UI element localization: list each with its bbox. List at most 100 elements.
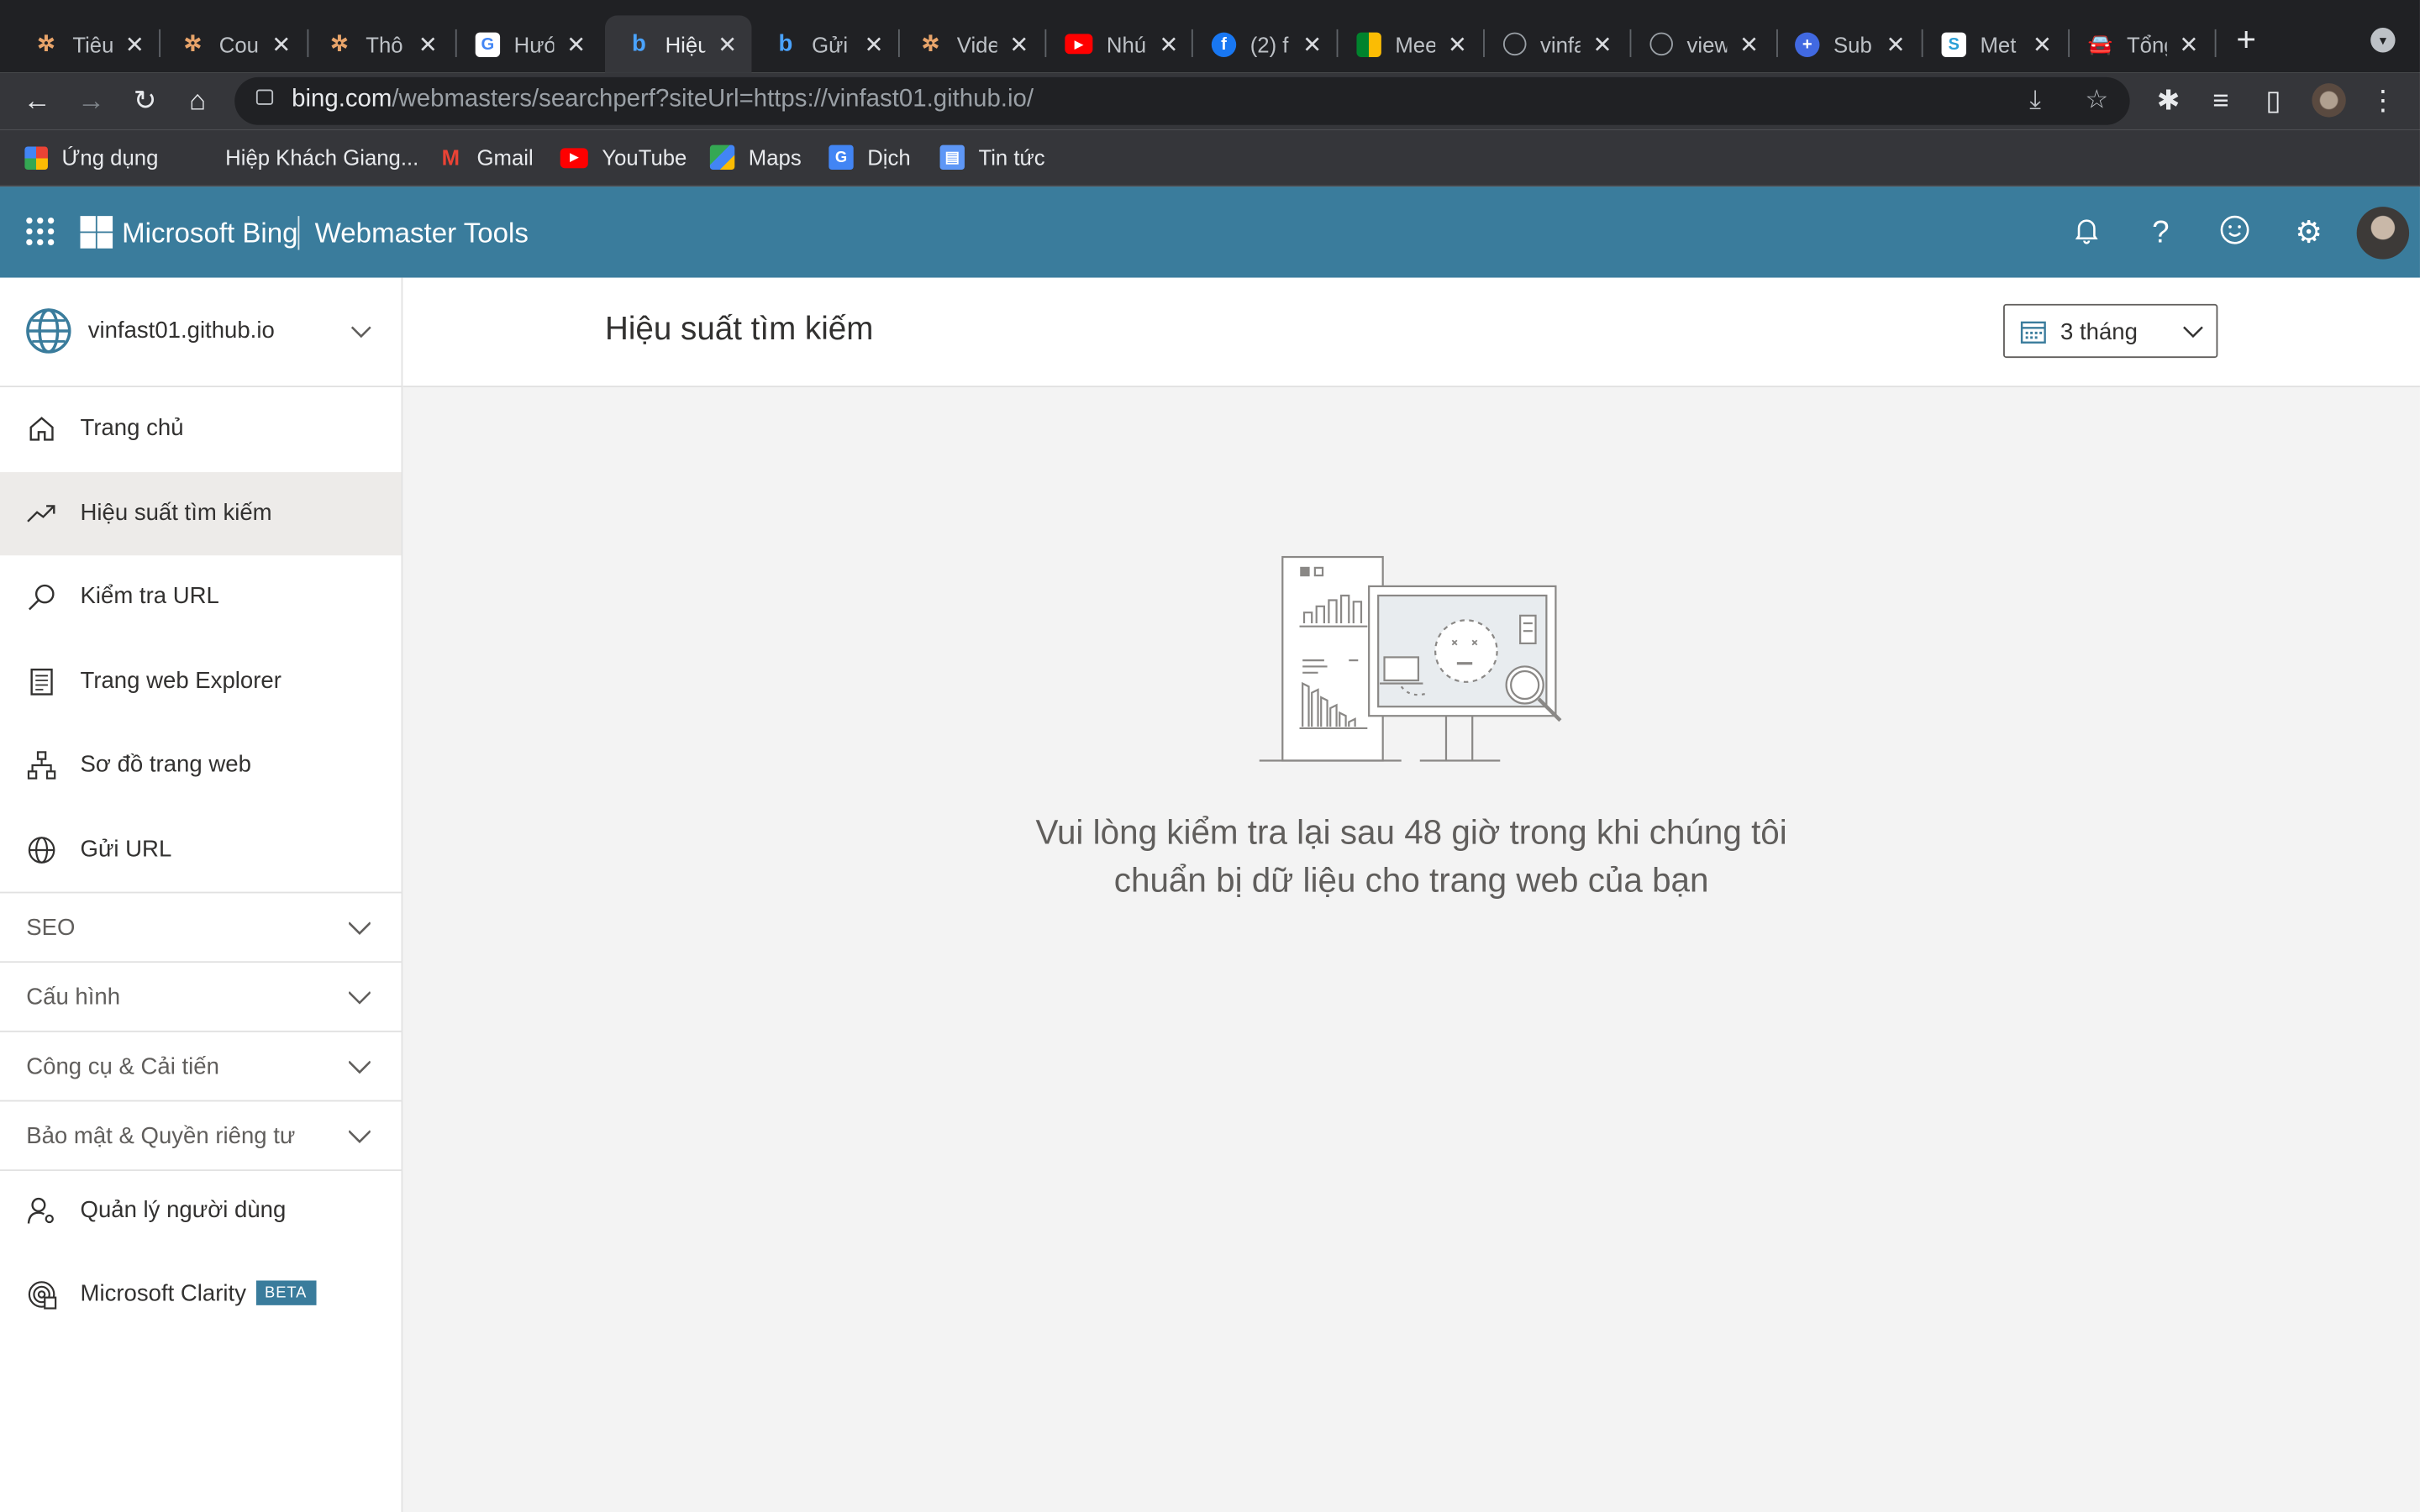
site-name: vinfast01.github.io [87,318,275,344]
browser-tab[interactable]: Mee ✕ [1323,15,1480,72]
sidebar-item-submit-urls[interactable]: Gửi URL [0,808,402,891]
browser-tab[interactable]: vinfa ✕ [1470,15,1627,72]
close-tab-icon[interactable]: ✕ [865,30,884,58]
sidebar-item-sitemaps[interactable]: Sơ đồ trang web [0,723,402,806]
bell-icon[interactable] [2068,214,2105,251]
install-app-icon[interactable]: ⤓ [2029,85,2041,116]
tab-title: view [1686,31,1728,57]
close-tab-icon[interactable]: ✕ [271,30,291,58]
bookmark-label: Maps [748,144,802,171]
plus-circle-icon: + [1795,31,1820,57]
brand-name[interactable]: Microsoft Bing [122,218,297,250]
bookmark-gmail[interactable]: M Gmail [439,145,534,170]
browser-tab[interactable]: ✲ Cou ✕ [146,15,303,72]
bing-icon: b [778,30,793,57]
maps-icon [709,144,735,171]
back-arrow-icon[interactable]: ← [22,85,53,116]
help-icon[interactable]: ? [2142,214,2179,251]
site-selector[interactable]: vinfast01.github.io [0,278,402,388]
close-tab-icon[interactable]: ✕ [1739,30,1759,58]
sidebar-group-security[interactable]: Bảo mật & Quyền riêng tư [0,1100,402,1170]
close-tab-icon[interactable]: ✕ [2033,30,2052,58]
reload-icon[interactable]: ↻ [129,85,160,116]
close-tab-icon[interactable]: ✕ [1009,30,1028,58]
close-tab-icon[interactable]: ✕ [566,30,586,58]
close-tab-icon[interactable]: ✕ [1886,30,1905,58]
close-tab-icon[interactable]: ✕ [718,30,737,58]
user-avatar[interactable] [2356,207,2410,260]
bookmark-star-icon[interactable]: ☆ [2085,85,2108,116]
browser-tab-active[interactable]: b Hiệu ✕ [604,15,752,73]
sidebar-group-configuration[interactable]: Cấu hình [0,961,402,1031]
bookmark-hiep-khach[interactable]: Hiệp Khách Giang... [225,145,418,170]
browser-tab[interactable]: ✲ Vide ✕ [884,15,1041,72]
sidebar-item-search-performance[interactable]: Hiệu suất tìm kiếm [0,472,402,556]
bookmark-apps[interactable]: Ứng dụng [24,145,158,170]
profile-avatar-icon[interactable] [2312,83,2346,118]
product-name[interactable]: Webmaster Tools [315,218,529,250]
bookmark-translate[interactable]: G Dịch [829,144,911,171]
date-range-value: 3 tháng [2060,319,2138,346]
microsoft-logo-icon [80,216,113,249]
browser-toolbar: ← → ↻ ⌂ bing.com/webmasters/searchperf?s… [0,72,2420,130]
sidebar-item-label: Hiệu suất tìm kiếm [80,500,272,527]
home-icon[interactable]: ⌂ [182,85,213,116]
close-tab-icon[interactable]: ✕ [1302,30,1322,58]
bookmark-label: YouTube [602,144,687,171]
browser-tab[interactable]: + Sub ✕ [1761,15,1918,72]
search-icon [29,584,55,611]
close-tab-icon[interactable]: ✕ [2179,30,2198,58]
url-text: bing.com/webmasters/searchperf?siteUrl=h… [292,86,1034,113]
close-tab-icon[interactable]: ✕ [1159,30,1178,58]
sidebar-item-microsoft-clarity[interactable]: Microsoft Clarity BETA [0,1252,402,1336]
media-control-icon[interactable]: ≡ [2206,85,2237,116]
empty-state-line: chuẩn bị dữ liệu cho trang web của bạn [1113,860,1709,900]
car-icon: 🚘 [2087,31,2113,55]
bookmark-news[interactable]: ▤ Tin tức [939,144,1045,171]
translate-icon: G [829,144,854,171]
bookmark-maps[interactable]: Maps [709,144,802,171]
new-tab-icon[interactable]: + [2236,20,2256,60]
trend-up-icon [27,505,55,522]
close-tab-icon[interactable]: ✕ [418,30,438,58]
feedback-smiley-icon[interactable] [2217,214,2254,251]
app-launcher-icon[interactable] [26,217,55,246]
sidebar-item-label: Gửi URL [80,836,172,863]
date-range-dropdown[interactable]: 3 tháng [2003,303,2218,359]
close-tab-icon[interactable]: ✕ [1448,30,1467,58]
tiny-star-icon: ✲ [330,30,349,56]
tab-title: Hiệu [665,31,706,57]
bing-icon: b [631,30,646,57]
sidebar-group-seo[interactable]: SEO [0,891,402,962]
side-panel-icon[interactable]: ▯ [2258,85,2289,116]
browser-tab[interactable]: view ✕ [1616,15,1773,72]
sidebar-item-user-management[interactable]: Quản lý người dùng [0,1169,402,1252]
tab-title: Mee [1395,31,1436,57]
sidebar-group-tools[interactable]: Công cụ & Cải tiến [0,1030,402,1100]
extensions-icon[interactable]: ✱ [2153,85,2184,116]
tab-title: Vide [956,31,997,57]
tab-search-icon[interactable]: ▾ [2370,28,2396,53]
sidebar-item-url-inspection[interactable]: Kiểm tra URL [0,555,402,638]
browser-tab[interactable]: ▶ Nhú ✕ [1031,15,1188,72]
sidebar-item-label: Quản lý người dùng [80,1197,287,1224]
bookmark-youtube[interactable]: ▶ YouTube [560,145,687,170]
sidebar-item-home[interactable]: Trang chủ [0,387,402,470]
browser-tab[interactable]: 🚘 Tổng ✕ [2054,15,2212,72]
gear-icon[interactable]: ⚙ [2291,214,2328,251]
browser-tab[interactable]: ✲ Tiêu ✕ [0,15,157,72]
forward-arrow-icon[interactable]: → [76,85,107,116]
browser-tab[interactable]: ✲ Thô ✕ [293,15,450,72]
tab-title: Thô [366,31,403,57]
browser-tab[interactable]: S Met ✕ [1907,15,2065,72]
close-tab-icon[interactable]: ✕ [1592,30,1612,58]
sidebar-item-site-explorer[interactable]: Trang web Explorer [0,640,402,723]
address-bar[interactable]: bing.com/webmasters/searchperf?siteUrl=h… [234,76,2130,125]
close-tab-icon[interactable]: ✕ [125,30,145,58]
browser-tab[interactable]: f (2) f ✕ [1177,15,1334,72]
browser-tab[interactable]: b Gửi ✕ [739,15,897,72]
tab-title: Nhú [1106,31,1147,57]
calendar-icon [2020,321,2046,344]
browser-tab[interactable]: G Hướ ✕ [441,15,598,72]
more-menu-icon[interactable]: ⋮ [2367,85,2398,116]
